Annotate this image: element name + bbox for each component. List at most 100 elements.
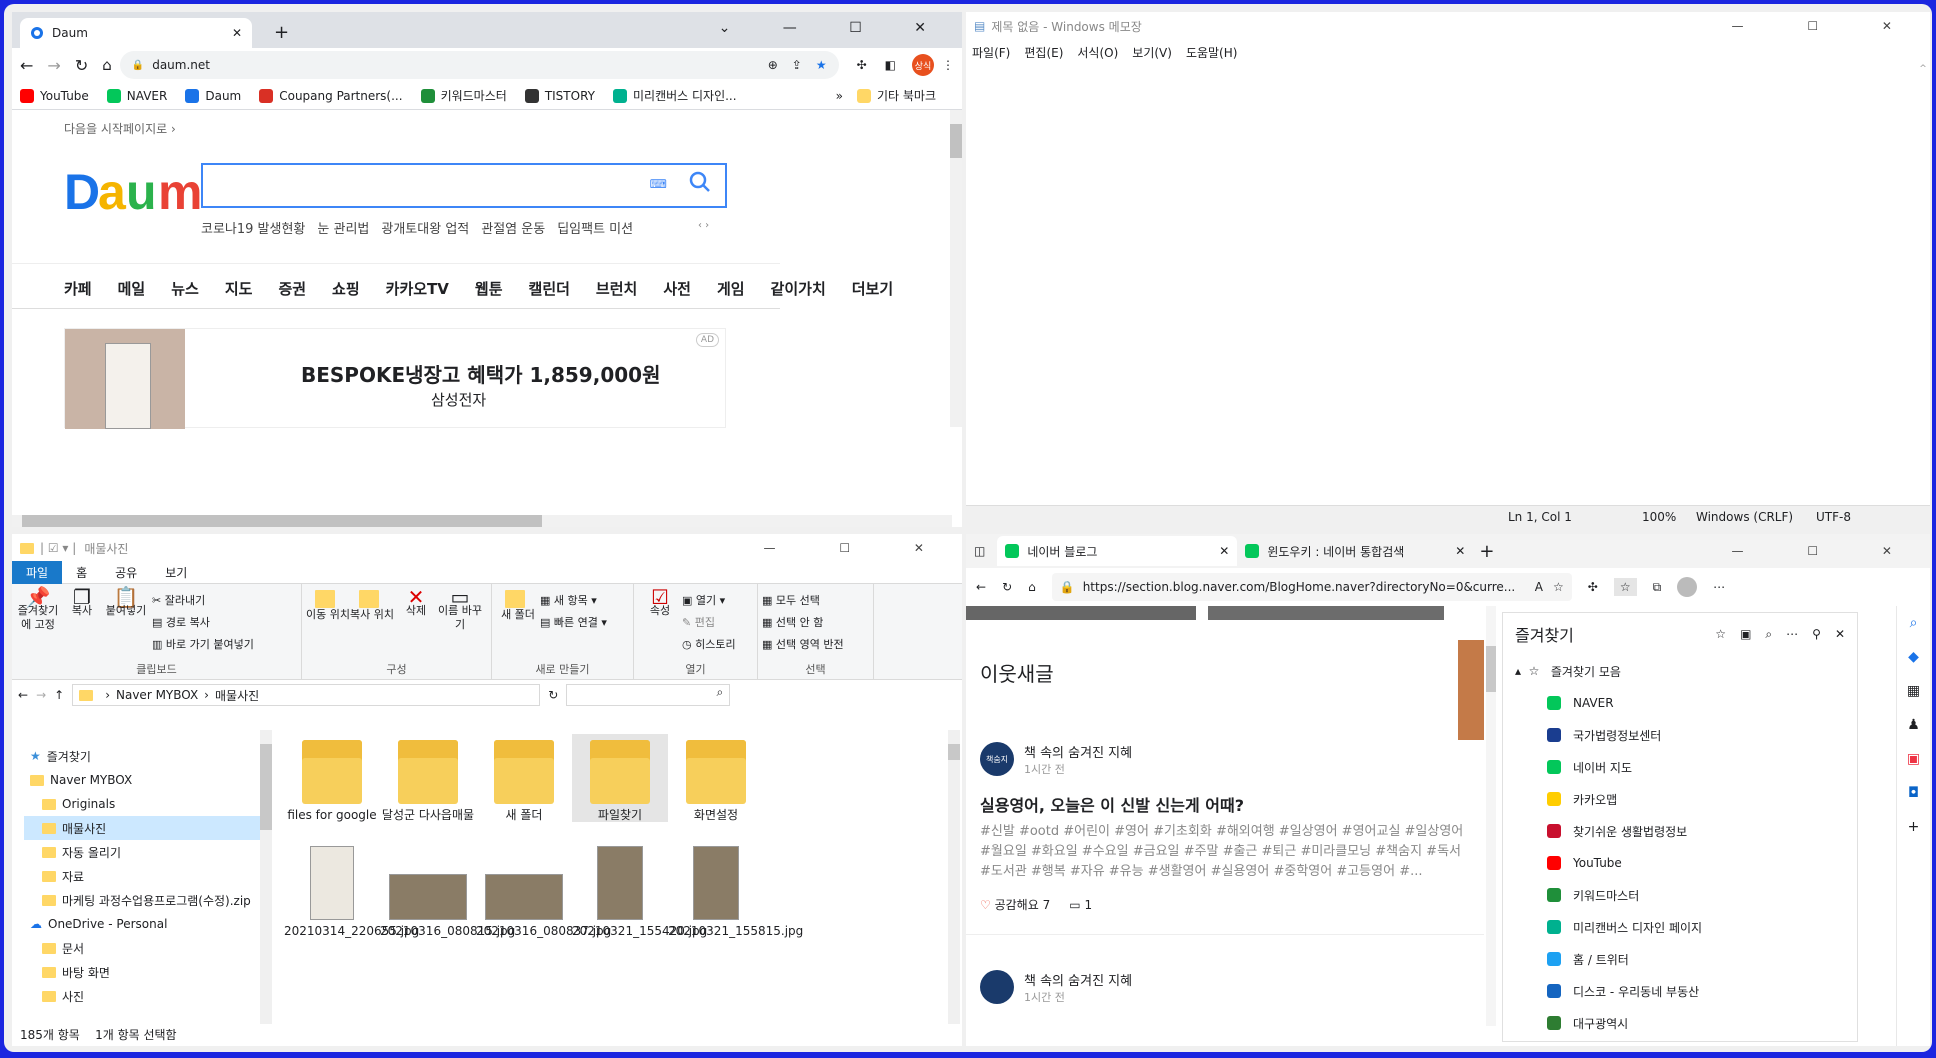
image-item[interactable]: 20210316_080837.jpg <box>476 842 611 938</box>
horizontal-scrollbar[interactable] <box>12 515 952 527</box>
up-icon[interactable]: ↑ <box>54 688 64 702</box>
tree-item[interactable]: 마케팅 과정수업용프로그램(수정).zip <box>24 888 266 912</box>
address-bar[interactable]: › Naver MYBOX › 매물사진 <box>72 684 541 706</box>
add-folder-icon[interactable]: ▣ <box>1740 627 1751 641</box>
search-icon[interactable] <box>689 171 711 193</box>
post-reactions[interactable]: ♡ 공감해요 7 ▭ 1 <box>980 896 1092 913</box>
home-icon[interactable]: ⌂ <box>102 56 112 74</box>
notepad-menu-item[interactable]: 파일(F) <box>972 44 1010 61</box>
invert-selection-button[interactable]: ▦ 선택 영역 반전 <box>762 634 844 656</box>
trend-keyword[interactable]: 딥임팩트 미션 <box>557 218 633 237</box>
menu-item[interactable]: 사전 <box>663 278 691 299</box>
window-controls[interactable]: ⌄ — ☐ ✕ <box>719 20 950 36</box>
paste-button[interactable]: 📋 붙여넣기 <box>104 587 148 661</box>
pin-icon[interactable]: ⚲ <box>1812 627 1821 641</box>
notepad-menu-item[interactable]: 편집(E) <box>1024 44 1063 61</box>
post-author[interactable]: 책 속의 숨겨진 지혜 <box>1024 970 1132 989</box>
reload-icon[interactable]: ↻ <box>75 56 88 75</box>
more-icon[interactable]: ⋯ <box>1786 627 1798 641</box>
open-button[interactable]: ▣ 열기 ▾ <box>682 590 736 612</box>
search-icon[interactable]: ⌕ <box>1765 627 1772 642</box>
menu-item[interactable]: 카카오TV <box>386 278 449 299</box>
sidepanel-icon[interactable]: ◧ <box>885 58 896 72</box>
ribbon-tab[interactable]: 보기 <box>151 561 201 584</box>
add-favorite-icon[interactable]: ☆ <box>1715 627 1726 641</box>
delete-button[interactable]: ✕ 삭제 <box>394 587 438 661</box>
avatar[interactable] <box>980 970 1014 1004</box>
paste-shortcut-button[interactable]: ▥ 바로 가기 붙여넣기 <box>152 634 254 656</box>
menu-item[interactable]: 카페 <box>64 278 92 299</box>
vertical-scrollbar[interactable]: ^ <box>1916 64 1930 496</box>
outlook-icon[interactable]: ◘ <box>1897 776 1930 810</box>
tree-item[interactable]: 바탕 화면 <box>24 960 266 984</box>
folder-item[interactable]: 화면설정 <box>668 734 764 822</box>
grid-scrollbar[interactable] <box>948 730 960 1024</box>
edit-button[interactable]: ✎ 편집 <box>682 612 736 634</box>
menu-icon[interactable]: ⋮ <box>942 58 954 72</box>
pin-button[interactable]: 📌 즐겨찾기에 고정 <box>16 587 60 661</box>
favorites-icon[interactable]: ☆ <box>1613 578 1637 596</box>
new-tab-icon[interactable]: + <box>274 22 289 43</box>
trend-pager[interactable]: ‹ › <box>698 220 709 231</box>
page-scrollbar[interactable] <box>1486 606 1496 1026</box>
tree-scrollbar[interactable] <box>260 730 272 1024</box>
shopping-icon[interactable]: ◆ <box>1897 640 1930 674</box>
favorite-item[interactable]: 찾기쉬운 생활법령정보 <box>1503 815 1857 847</box>
notepad-text-area[interactable] <box>966 64 1930 496</box>
menu-icon[interactable]: ⋯ <box>1713 580 1725 594</box>
cut-button[interactable]: ✂ 잘라내기 <box>152 590 254 612</box>
bookmark-item[interactable]: TISTORY <box>524 88 595 103</box>
tree-item[interactable]: ★ 즐겨찾기 <box>24 744 266 768</box>
favorite-item[interactable]: 대구광역시 <box>1503 1007 1857 1039</box>
tree-item[interactable]: 자료 <box>24 864 266 888</box>
quick-access-toolbar[interactable]: | ☑ ▾ | <box>40 541 76 555</box>
window-controls[interactable]: — ☐ ✕ <box>1732 19 1922 33</box>
favorite-item[interactable]: 미리캔버스 디자인 페이지 <box>1503 911 1857 943</box>
trend-keyword[interactable]: 코로나19 발생현황 <box>201 218 305 237</box>
menu-item[interactable]: 증권 <box>278 278 306 299</box>
close-icon[interactable]: ✕ <box>1835 627 1845 641</box>
favorite-item[interactable]: NAVER <box>1503 687 1857 719</box>
image-item[interactable]: 20210321_155420.jpg <box>572 842 707 938</box>
menu-item[interactable]: 더보기 <box>852 278 893 299</box>
favorite-item[interactable]: 국가법령정보센터 <box>1503 719 1857 751</box>
tree-item[interactable]: ☁ OneDrive - Personal <box>24 912 266 936</box>
bookmark-item[interactable]: 키워드마스터 <box>420 87 507 104</box>
ad-banner[interactable]: AD BESPOKE냉장고 혜택가 1,859,000원 삼성전자 <box>64 328 726 429</box>
ribbon-tab[interactable]: 공유 <box>101 561 151 584</box>
back-icon[interactable]: ← <box>976 580 986 594</box>
post-author[interactable]: 책 속의 숨겨진 지혜 <box>1024 742 1132 761</box>
new-item-button[interactable]: ▦ 새 항목 ▾ <box>540 590 607 612</box>
favorite-item[interactable]: 홈 / 트위터 <box>1503 943 1857 975</box>
back-icon[interactable]: ← <box>18 688 28 702</box>
avatar[interactable]: 상식 <box>912 54 934 76</box>
chrome-tab-daum[interactable]: Daum ✕ <box>20 18 252 48</box>
post-title[interactable]: 실용영어, 오늘은 이 신발 신는게 어때? <box>980 792 1244 816</box>
menu-item[interactable]: 같이가치 <box>771 278 826 299</box>
menu-item[interactable]: 지도 <box>225 278 253 299</box>
close-icon[interactable]: ✕ <box>232 26 242 40</box>
new-tab-icon[interactable]: + <box>1479 541 1731 562</box>
tab-actions-icon[interactable]: ◫ <box>974 544 985 558</box>
extensions-icon[interactable]: ✣ <box>857 58 867 72</box>
trend-keyword[interactable]: 관절염 운동 <box>481 218 545 237</box>
tree-item[interactable]: 매물사진 <box>24 816 266 840</box>
forward-icon[interactable]: → <box>47 56 60 75</box>
bookmark-item[interactable]: Daum <box>185 88 241 103</box>
daum-logo[interactable]: Daum <box>64 165 210 223</box>
tree-item[interactable]: Originals <box>24 792 266 816</box>
home-icon[interactable]: ⌂ <box>1028 580 1036 594</box>
bookmark-item[interactable]: 미리캔버스 디자인... <box>612 87 737 104</box>
extensions-icon[interactable]: ✣ <box>1588 580 1598 594</box>
add-icon[interactable]: + <box>1897 810 1930 844</box>
star-icon[interactable]: ★ <box>816 58 827 72</box>
refresh-icon[interactable]: ↻ <box>548 688 558 702</box>
address-bar[interactable]: 🔒 daum.net ⊕ ⇪ ★ <box>119 51 839 79</box>
menu-item[interactable]: 게임 <box>717 278 745 299</box>
select-all-button[interactable]: ▦ 모두 선택 <box>762 590 844 612</box>
select-none-button[interactable]: ▦ 선택 안 함 <box>762 612 844 634</box>
menu-item[interactable]: 브런치 <box>596 278 637 299</box>
menu-item[interactable]: 메일 <box>118 278 146 299</box>
bookmark-item[interactable]: YouTube <box>20 88 89 103</box>
properties-button[interactable]: ☑ 속성 <box>638 587 682 661</box>
